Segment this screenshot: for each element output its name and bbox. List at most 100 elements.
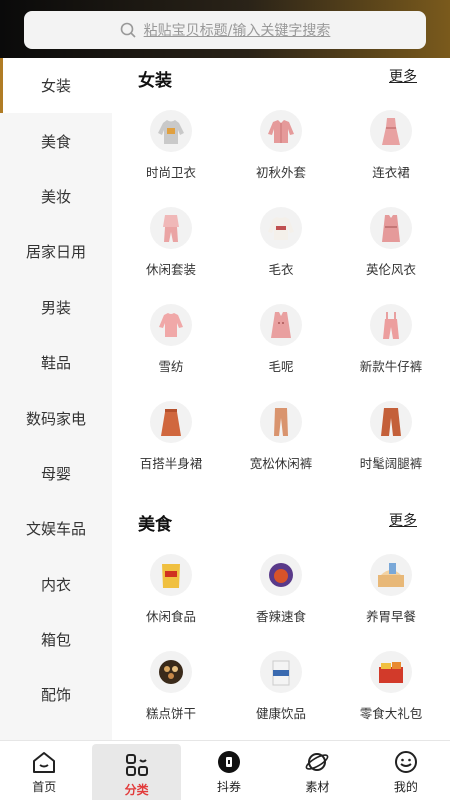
category-item[interactable]: 糕点饼干 bbox=[116, 637, 226, 734]
sidebar-item-label: 母婴 bbox=[40, 464, 71, 483]
category-item[interactable]: 香辣速食 bbox=[226, 540, 336, 637]
overalls-icon bbox=[383, 312, 399, 339]
sidebar-item-underwear[interactable]: 内衣 bbox=[0, 557, 112, 612]
wool-coat-icon bbox=[271, 312, 291, 338]
category-item[interactable]: 休闲食品 bbox=[116, 540, 226, 637]
category-item[interactable]: 英伦风衣 bbox=[336, 193, 446, 290]
hoodie-icon bbox=[158, 120, 184, 144]
search-bar[interactable]: 粘贴宝贝标题/输入关键字搜索 bbox=[24, 11, 426, 49]
category-item-label: 宽松休闲裤 bbox=[249, 456, 313, 471]
bread-icon bbox=[378, 563, 404, 587]
category-item-label: 零食大礼包 bbox=[359, 706, 423, 721]
sidebar-item-beauty[interactable]: 美妆 bbox=[0, 169, 112, 224]
more-link[interactable]: 更多 bbox=[389, 510, 417, 530]
category-item-label: 新款牛仔裤 bbox=[359, 359, 423, 374]
more-link[interactable]: 更多 bbox=[389, 66, 417, 86]
section-header-food: 美食 更多 bbox=[112, 502, 450, 540]
category-item[interactable]: 健康饮品 bbox=[226, 637, 336, 734]
sweater-icon bbox=[268, 217, 294, 240]
category-item-label: 毛呢 bbox=[268, 359, 294, 374]
spicy-food-icon bbox=[269, 563, 293, 587]
category-grid-food: 休闲食品 香辣速食 养胃早餐 糕点饼干 健康饮品 零食大礼包 bbox=[112, 540, 450, 734]
search-placeholder: 粘贴宝贝标题/输入关键字搜索 bbox=[143, 23, 331, 39]
sidebar-item-label: 配饰 bbox=[40, 686, 71, 705]
category-item-label: 时尚卫衣 bbox=[145, 165, 196, 180]
sidebar-item-digital[interactable]: 数码家电 bbox=[0, 390, 112, 445]
category-item-label: 初秋外套 bbox=[255, 165, 306, 180]
tab-label: 首页 bbox=[32, 780, 57, 794]
category-item-label: 健康饮品 bbox=[255, 706, 306, 721]
sidebar-item-entertainment-car[interactable]: 文娱车品 bbox=[0, 501, 112, 556]
gift-pack-icon bbox=[379, 662, 403, 683]
snack-bag-icon bbox=[162, 564, 180, 588]
sidebar-item-label: 美妆 bbox=[40, 187, 71, 206]
category-content: 女装 更多 时尚卫衣 初秋外套 连衣裙 休闲套装 毛衣 英伦风衣 雪纺 毛呢 新… bbox=[112, 58, 450, 740]
category-item[interactable]: 新款牛仔裤 bbox=[336, 290, 446, 387]
category-icon bbox=[125, 754, 148, 776]
category-item-label: 养胃早餐 bbox=[365, 609, 416, 624]
cookie-box-icon bbox=[159, 660, 183, 684]
tab-category[interactable]: 分类 bbox=[92, 744, 181, 800]
tab-coupon[interactable]: 抖券 bbox=[185, 741, 273, 800]
coupon-icon bbox=[218, 751, 241, 773]
category-item[interactable]: 时髦阔腿裤 bbox=[336, 387, 446, 484]
sidebar-item-home[interactable]: 居家日用 bbox=[0, 224, 112, 279]
category-item[interactable]: 连衣裙 bbox=[336, 96, 446, 193]
tab-home[interactable]: 首页 bbox=[0, 741, 88, 800]
sidebar-item-food[interactable]: 美食 bbox=[0, 113, 112, 168]
category-grid-womens: 时尚卫衣 初秋外套 连衣裙 休闲套装 毛衣 英伦风衣 雪纺 毛呢 新款牛仔裤 百… bbox=[112, 96, 450, 484]
category-item[interactable]: 宽松休闲裤 bbox=[226, 387, 336, 484]
category-item[interactable]: 零食大礼包 bbox=[336, 637, 446, 734]
sidebar-item-womens[interactable]: 女装 bbox=[0, 58, 112, 114]
category-item[interactable]: 休闲套装 bbox=[116, 193, 226, 290]
category-item-label: 雪纺 bbox=[158, 359, 184, 374]
sidebar-item-label: 文娱车品 bbox=[25, 520, 86, 539]
sidebar-item-label: 美食 bbox=[40, 132, 71, 151]
section-title: 女装 bbox=[138, 71, 172, 91]
section-header-womens: 女装 更多 bbox=[112, 58, 450, 96]
category-item-label: 休闲套装 bbox=[145, 262, 196, 277]
sidebar-item-label: 鞋品 bbox=[40, 354, 71, 373]
sidebar-item-label: 内衣 bbox=[40, 575, 71, 594]
category-item-label: 香辣速食 bbox=[255, 609, 306, 624]
header: 粘贴宝贝标题/输入关键字搜索 bbox=[0, 0, 450, 58]
category-item[interactable]: 百搭半身裙 bbox=[116, 387, 226, 484]
category-item[interactable]: 毛呢 bbox=[226, 290, 336, 387]
chiffon-top-icon bbox=[159, 313, 183, 337]
bottom-tab-bar: 首页 分类 抖券 素材 我的 bbox=[0, 740, 450, 800]
sidebar-item-label: 女装 bbox=[40, 77, 71, 96]
smile-icon bbox=[394, 751, 417, 773]
loose-pants-icon bbox=[274, 408, 288, 436]
dress-icon bbox=[382, 118, 400, 145]
search-icon bbox=[120, 22, 136, 38]
category-item[interactable]: 雪纺 bbox=[116, 290, 226, 387]
sidebar-item-label: 箱包 bbox=[40, 631, 71, 650]
tab-mine[interactable]: 我的 bbox=[362, 741, 450, 800]
category-item-label: 糕点饼干 bbox=[145, 706, 196, 721]
tab-label: 素材 bbox=[305, 780, 330, 794]
sidebar-item-baby[interactable]: 母婴 bbox=[0, 446, 112, 501]
category-item-label: 时髦阔腿裤 bbox=[359, 456, 423, 471]
casual-set-icon bbox=[163, 215, 179, 242]
planet-icon bbox=[306, 753, 329, 771]
tab-label: 抖券 bbox=[217, 780, 242, 794]
sidebar-item-bags[interactable]: 箱包 bbox=[0, 612, 112, 667]
tab-material[interactable]: 素材 bbox=[273, 741, 361, 800]
category-item-label: 百搭半身裙 bbox=[139, 456, 203, 471]
sidebar-item-label: 男装 bbox=[40, 298, 71, 317]
sidebar-item-label: 居家日用 bbox=[25, 243, 86, 262]
tab-label: 我的 bbox=[393, 780, 418, 794]
jacket-icon bbox=[268, 120, 294, 143]
tab-label: 分类 bbox=[124, 783, 149, 797]
wide-leg-pants-icon bbox=[381, 408, 401, 436]
sidebar-item-label: 数码家电 bbox=[25, 409, 86, 428]
drink-box-icon bbox=[272, 660, 290, 686]
category-item[interactable]: 养胃早餐 bbox=[336, 540, 446, 637]
sidebar-item-accessories[interactable]: 配饰 bbox=[0, 667, 112, 722]
sidebar-item-mens[interactable]: 男装 bbox=[0, 280, 112, 335]
category-item-label: 英伦风衣 bbox=[365, 262, 416, 277]
category-item[interactable]: 时尚卫衣 bbox=[116, 96, 226, 193]
category-item[interactable]: 毛衣 bbox=[226, 193, 336, 290]
category-item[interactable]: 初秋外套 bbox=[226, 96, 336, 193]
sidebar-item-shoes[interactable]: 鞋品 bbox=[0, 335, 112, 390]
